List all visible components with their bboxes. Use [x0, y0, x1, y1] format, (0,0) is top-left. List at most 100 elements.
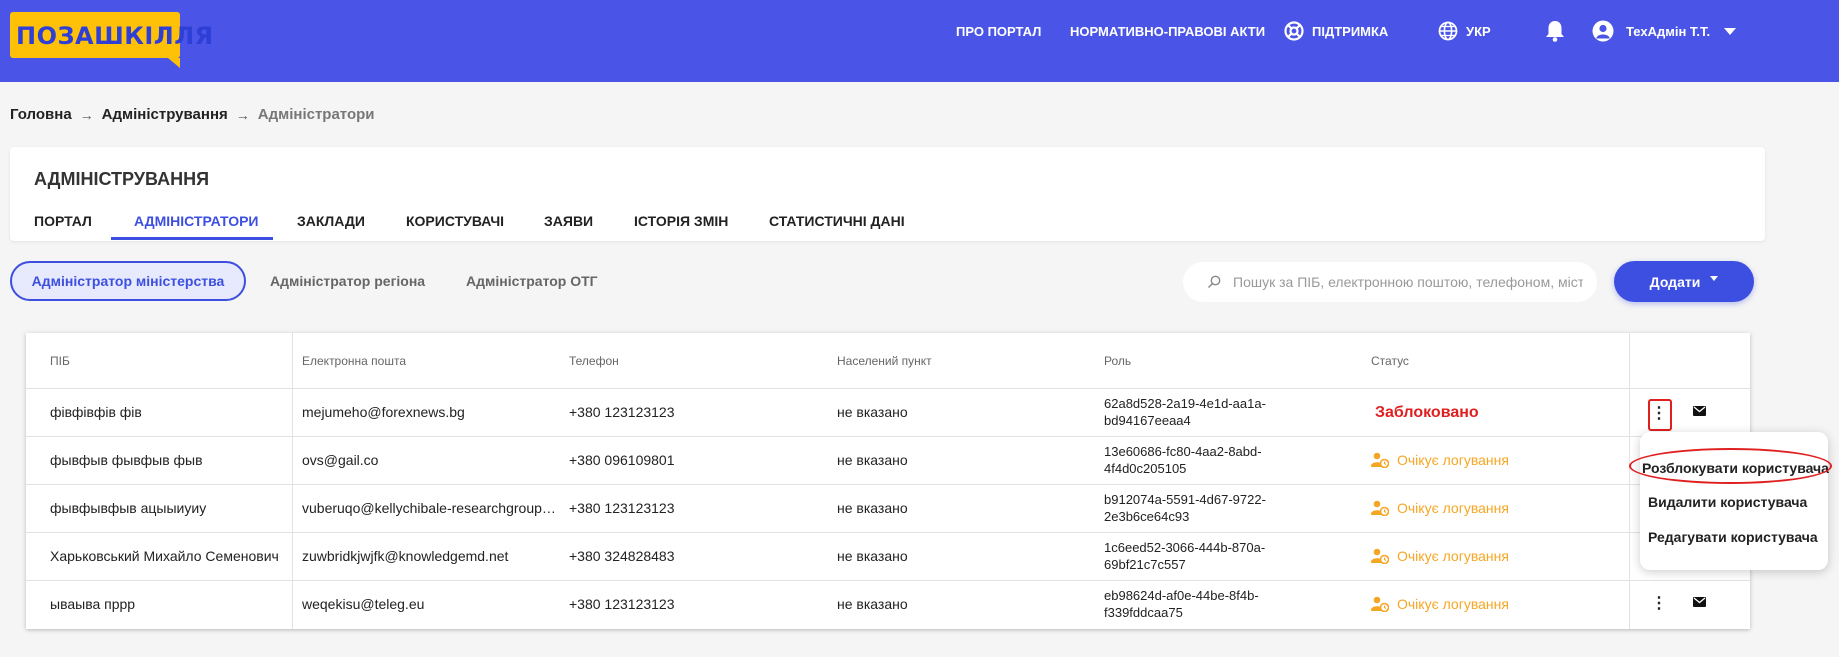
user-clock-icon: [1371, 548, 1389, 564]
nav-support-label: ПІДТРИМКА: [1312, 23, 1389, 39]
cell-email: zuwbridkjwjfk@knowledgemd.net: [302, 548, 509, 564]
status-badge: Очікує логування: [1371, 596, 1509, 612]
user-name: ТехАдмін Т.Т.: [1626, 23, 1711, 39]
row-divider: [26, 484, 1750, 485]
logo-tail: [168, 58, 180, 68]
nav-legal-label: НОРМАТИВНО-ПРАВОВІ АКТИ: [1070, 23, 1266, 39]
tab-statistics[interactable]: СТАТИСТИЧНІ ДАНІ: [769, 213, 905, 229]
status-badge: Заблоковано: [1375, 404, 1479, 421]
cell-name: Харьковський Михайло Семенович: [50, 548, 279, 564]
top-header: ПОЗАШКІЛЛЯ ПРО ПОРТАЛ НОРМАТИВНО-ПРАВОВІ…: [0, 0, 1839, 82]
tab-history[interactable]: ІСТОРІЯ ЗМІН: [634, 213, 728, 229]
language-label: УКР: [1466, 23, 1491, 39]
kebab-menu-icon[interactable]: ⋮: [1650, 592, 1668, 614]
menu-item-delete-user[interactable]: Видалити користувача: [1648, 494, 1807, 510]
cell-name: фівфівфів фів: [50, 404, 142, 420]
cell-phone: +380 324828483: [569, 548, 675, 564]
menu-item-edit-user[interactable]: Редагувати користувача: [1648, 529, 1818, 545]
status-badge: Очікує логування: [1371, 500, 1509, 516]
user-menu[interactable]: ТехАдмін Т.Т.: [1592, 0, 1737, 62]
bell-icon: [1546, 21, 1564, 42]
cell-name: фывфывфыв ацыыиуиу: [50, 500, 207, 516]
highlight-box: [1648, 399, 1672, 431]
breadcrumb: Головна → Адміністрування → Адміністрато…: [10, 106, 375, 123]
status-text: Очікує логування: [1397, 596, 1509, 612]
lifebuoy-icon: [1284, 21, 1304, 41]
administrators-table: ПІБ Електронна пошта Телефон Населений п…: [26, 333, 1750, 629]
tab-institutions[interactable]: ЗАКЛАДИ: [297, 213, 365, 229]
add-button-label: Додати: [1649, 273, 1701, 290]
cell-phone: +380 123123123: [569, 596, 675, 612]
cell-email: mejumeho@forexnews.bg: [302, 404, 465, 420]
column-header-status[interactable]: Статус: [1371, 354, 1409, 368]
user-clock-icon: [1371, 596, 1389, 612]
cell-phone: +380 123123123: [569, 404, 675, 420]
nav-legal[interactable]: НОРМАТИВНО-ПРАВОВІ АКТИ: [1070, 0, 1265, 62]
cell-role: 13e60686-fc80-4aa2-8abd-4f4d0c205105: [1104, 444, 1262, 476]
tab-administrators[interactable]: АДМІНІСТРАТОРИ: [134, 213, 258, 229]
cell-city: не вказано: [837, 548, 908, 564]
highlight-ellipse: [1629, 448, 1832, 484]
active-tab-indicator: [111, 237, 273, 240]
breadcrumb-admin[interactable]: Адміністрування: [102, 106, 228, 123]
cell-email: vuberuqo@kellychibale-researchgroup-uct.…: [302, 500, 557, 516]
column-header-name[interactable]: ПІБ: [50, 354, 70, 368]
cell-phone: +380 123123123: [569, 500, 675, 516]
tab-applications[interactable]: ЗАЯВИ: [544, 213, 593, 229]
row-divider: [26, 580, 1750, 581]
logo[interactable]: ПОЗАШКІЛЛЯ: [10, 12, 213, 68]
cell-email: ovs@gail.co: [302, 452, 379, 468]
cell-name: фывфыв фывфыв фыв: [50, 452, 203, 468]
column-header-city[interactable]: Населений пункт: [837, 354, 932, 368]
search-input[interactable]: [1233, 274, 1583, 290]
search-box: [1183, 262, 1597, 302]
filter-region-admin[interactable]: Адміністратор регіона: [270, 261, 425, 301]
status-text: Очікує логування: [1397, 548, 1509, 564]
breadcrumb-home[interactable]: Головна: [10, 106, 72, 123]
add-button[interactable]: Додати: [1614, 261, 1754, 302]
cell-city: не вказано: [837, 452, 908, 468]
cell-phone: +380 096109801: [569, 452, 675, 468]
cell-role: 1c6eed52-3066-444b-870a-69bf21c7c557: [1104, 540, 1266, 572]
logo-text: ПОЗАШКІЛЛЯ: [16, 22, 214, 50]
language-selector[interactable]: УКР: [1438, 0, 1491, 62]
status-badge: Очікує логування: [1371, 548, 1509, 564]
mail-icon[interactable]: [1693, 406, 1706, 416]
breadcrumb-current: Адміністратори: [257, 106, 375, 123]
column-header-email[interactable]: Електронна пошта: [302, 354, 406, 368]
filter-ministry-admin[interactable]: Адміністратор міністерства: [10, 261, 246, 301]
mail-icon[interactable]: [1693, 597, 1706, 607]
nav-about[interactable]: ПРО ПОРТАЛ: [956, 0, 1041, 62]
cell-city: не вказано: [837, 500, 908, 516]
account-circle-icon: [1592, 20, 1614, 42]
arrow-right-icon: →: [235, 106, 250, 123]
row-divider: [26, 388, 1750, 389]
tab-users[interactable]: КОРИСТУВАЧІ: [406, 213, 504, 229]
status-text: Очікує логування: [1397, 452, 1509, 468]
notifications-button[interactable]: [1544, 0, 1574, 62]
nav-support[interactable]: ПІДТРИМКА: [1284, 0, 1388, 62]
column-divider: [1629, 333, 1630, 629]
globe-icon: [1438, 21, 1458, 41]
status-badge: Очікує логування: [1371, 452, 1509, 468]
page-title: АДМІНІСТРУВАННЯ: [34, 169, 210, 189]
search-icon: [1208, 275, 1221, 288]
column-divider: [292, 333, 293, 629]
nav-about-label: ПРО ПОРТАЛ: [956, 23, 1042, 39]
arrow-right-icon: →: [79, 106, 94, 123]
filter-otg-admin[interactable]: Адміністратор ОТГ: [466, 261, 598, 301]
cell-role: 62a8d528-2a19-4e1d-aa1a-bd94167eeaa4: [1104, 396, 1266, 428]
column-header-phone[interactable]: Телефон: [569, 354, 619, 368]
chevron-down-icon: [1710, 276, 1719, 281]
chevron-down-icon: [1724, 27, 1737, 35]
column-header-role[interactable]: Роль: [1104, 354, 1131, 368]
cell-role: eb98624d-af0e-44be-8f4b-f339fddcaa75: [1104, 588, 1259, 620]
cell-email: weqekisu@teleg.eu: [302, 596, 425, 612]
row-divider: [26, 436, 1750, 437]
status-text: Очікує логування: [1397, 500, 1509, 516]
admin-card: АДМІНІСТРУВАННЯ ПОРТАЛ АДМІНІСТРАТОРИ ЗА…: [10, 147, 1765, 241]
cell-name: ываыва пррр: [50, 596, 136, 612]
user-clock-icon: [1371, 452, 1389, 468]
cell-city: не вказано: [837, 404, 908, 420]
tab-portal[interactable]: ПОРТАЛ: [34, 213, 92, 229]
